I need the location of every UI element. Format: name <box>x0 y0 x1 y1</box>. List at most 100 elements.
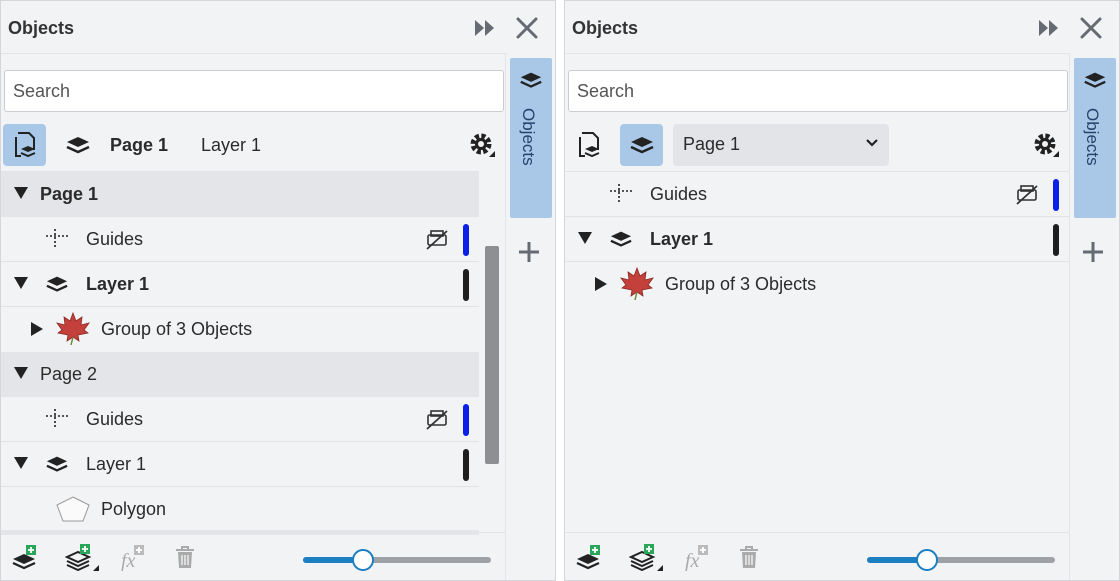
guides-label: Guides <box>650 184 708 204</box>
page-select[interactable]: Page 1 <box>673 124 889 166</box>
layers-view-button[interactable] <box>620 124 663 166</box>
objects-docker-left: Objects Page <box>0 0 556 581</box>
guides-color-swatch[interactable] <box>463 404 469 436</box>
group-label: Group of 3 Objects <box>665 274 817 294</box>
guides-color-swatch[interactable] <box>463 224 469 256</box>
guides-icon <box>46 229 68 249</box>
layer-icon <box>46 456 68 472</box>
tree-row-layer-1[interactable]: Layer 1 <box>1 442 479 487</box>
title-bar: Objects <box>1 1 555 53</box>
docker-main: Page 1 Guides <box>565 53 1069 580</box>
layers-icon <box>629 137 654 154</box>
tree-row-page-2[interactable]: Page 2 <box>1 352 479 397</box>
current-page-label: Page 1 <box>110 135 169 155</box>
docker-tab-strip: Objects <box>1069 53 1119 580</box>
page-label: Page 2 <box>40 364 98 384</box>
layer-label: Layer 1 <box>86 454 147 474</box>
add-docker-icon[interactable] <box>516 239 542 265</box>
collapse-docker-icon[interactable] <box>473 17 497 39</box>
tree-row-group[interactable]: Group of 3 Objects <box>1 307 479 352</box>
layer-color-swatch[interactable] <box>1053 224 1059 256</box>
objects-docker-right: Objects Search Page 1 Guides Layer 1 Gro… <box>564 0 1120 581</box>
new-symbol-icon: fx <box>685 545 708 571</box>
close-icon[interactable] <box>1078 15 1104 41</box>
collapse-docker-icon[interactable] <box>1037 17 1061 39</box>
expand-arrow-icon[interactable] <box>14 277 28 289</box>
docker-main: Page 1 Layer 1 Page 1 Guides <box>1 53 505 580</box>
layer-icon <box>46 276 68 292</box>
objects-tab[interactable]: Objects <box>510 58 552 218</box>
layers-icon <box>1084 72 1106 88</box>
pages-icon <box>578 132 599 158</box>
polygon-thumbnail-icon <box>56 496 90 522</box>
new-master-layer-icon[interactable] <box>65 543 99 571</box>
gear-icon[interactable] <box>1031 130 1061 160</box>
panel-title: Objects <box>8 18 75 38</box>
expand-arrow-icon[interactable] <box>14 457 28 469</box>
expand-arrow-icon[interactable] <box>14 187 28 199</box>
search-input[interactable] <box>4 70 504 112</box>
new-layer-icon[interactable] <box>11 543 39 571</box>
layer-color-swatch[interactable] <box>463 269 469 301</box>
page-select-value: Page 1 <box>683 134 741 154</box>
print-disabled-icon[interactable] <box>1015 184 1039 206</box>
search-input[interactable] <box>568 70 1068 112</box>
expand-arrow-icon[interactable] <box>14 367 28 379</box>
svg-text:fx: fx <box>685 550 700 571</box>
objects-tab-label: Objects <box>519 108 538 166</box>
tree-row-guides[interactable]: Guides <box>565 172 1069 217</box>
bottom-toolbar: fx <box>565 532 1069 581</box>
collapse-arrow-icon[interactable] <box>31 322 43 336</box>
object-tree: Page 1 Guides Layer 1 Group of 3 Objects… <box>1 171 479 535</box>
guides-color-swatch[interactable] <box>1053 179 1059 211</box>
tree-row-polygon[interactable]: Polygon <box>1 487 479 532</box>
print-disabled-icon[interactable] <box>425 229 449 251</box>
trash-icon <box>740 546 758 568</box>
guides-label: Guides <box>86 229 144 249</box>
trash-icon <box>176 546 194 568</box>
maple-leaf-thumbnail-icon <box>56 311 90 346</box>
tree-row-guides[interactable]: Guides <box>1 217 479 262</box>
group-label: Group of 3 Objects <box>101 319 253 339</box>
polygon-label: Polygon <box>101 499 167 519</box>
tree-row-guides[interactable]: Guides <box>1 397 479 442</box>
objects-tab-label: Objects <box>1083 108 1102 166</box>
layer-color-swatch[interactable] <box>463 449 469 481</box>
guides-icon <box>610 184 632 204</box>
guides-icon <box>46 409 68 429</box>
print-disabled-icon[interactable] <box>425 409 449 431</box>
show-all-pages-button[interactable] <box>3 124 46 166</box>
tree-row-layer-1[interactable]: Layer 1 <box>1 262 479 307</box>
title-bar: Objects <box>565 1 1119 53</box>
tree-row-page-1[interactable]: Page 1 <box>1 172 479 217</box>
show-all-pages-button[interactable] <box>567 124 610 166</box>
svg-text:fx: fx <box>121 550 136 571</box>
page-label: Page 1 <box>40 184 99 204</box>
new-master-layer-icon[interactable] <box>629 543 663 571</box>
pages-icon <box>14 132 35 158</box>
panel-title: Objects <box>572 18 639 38</box>
tree-scrollbar[interactable] <box>485 246 499 464</box>
tree-row-group[interactable]: Group of 3 Objects <box>565 262 1069 307</box>
layers-view-button[interactable] <box>56 124 99 166</box>
chevron-down-icon <box>866 139 878 147</box>
gear-icon[interactable] <box>467 130 497 160</box>
new-layer-icon[interactable] <box>575 543 603 571</box>
maple-leaf-thumbnail-icon <box>620 266 654 301</box>
collapse-arrow-icon[interactable] <box>595 277 607 291</box>
layer-icon <box>610 231 632 247</box>
bottom-toolbar: fx <box>1 532 505 581</box>
object-tree: Guides Layer 1 Group of 3 Objects <box>565 171 1069 535</box>
expand-arrow-icon[interactable] <box>578 232 592 244</box>
docker-tab-strip: Objects <box>505 53 555 580</box>
new-symbol-icon: fx <box>121 545 144 571</box>
layers-icon <box>520 72 542 88</box>
close-icon[interactable] <box>514 15 540 41</box>
add-docker-icon[interactable] <box>1080 239 1106 265</box>
layers-icon <box>65 137 90 154</box>
zoom-slider-thumb[interactable] <box>352 549 375 571</box>
zoom-slider-thumb[interactable] <box>916 549 939 571</box>
objects-tab[interactable]: Objects <box>1074 58 1116 218</box>
tree-row-layer-1[interactable]: Layer 1 <box>565 217 1069 262</box>
objects-toolbar: Page 1 <box>565 122 1069 170</box>
